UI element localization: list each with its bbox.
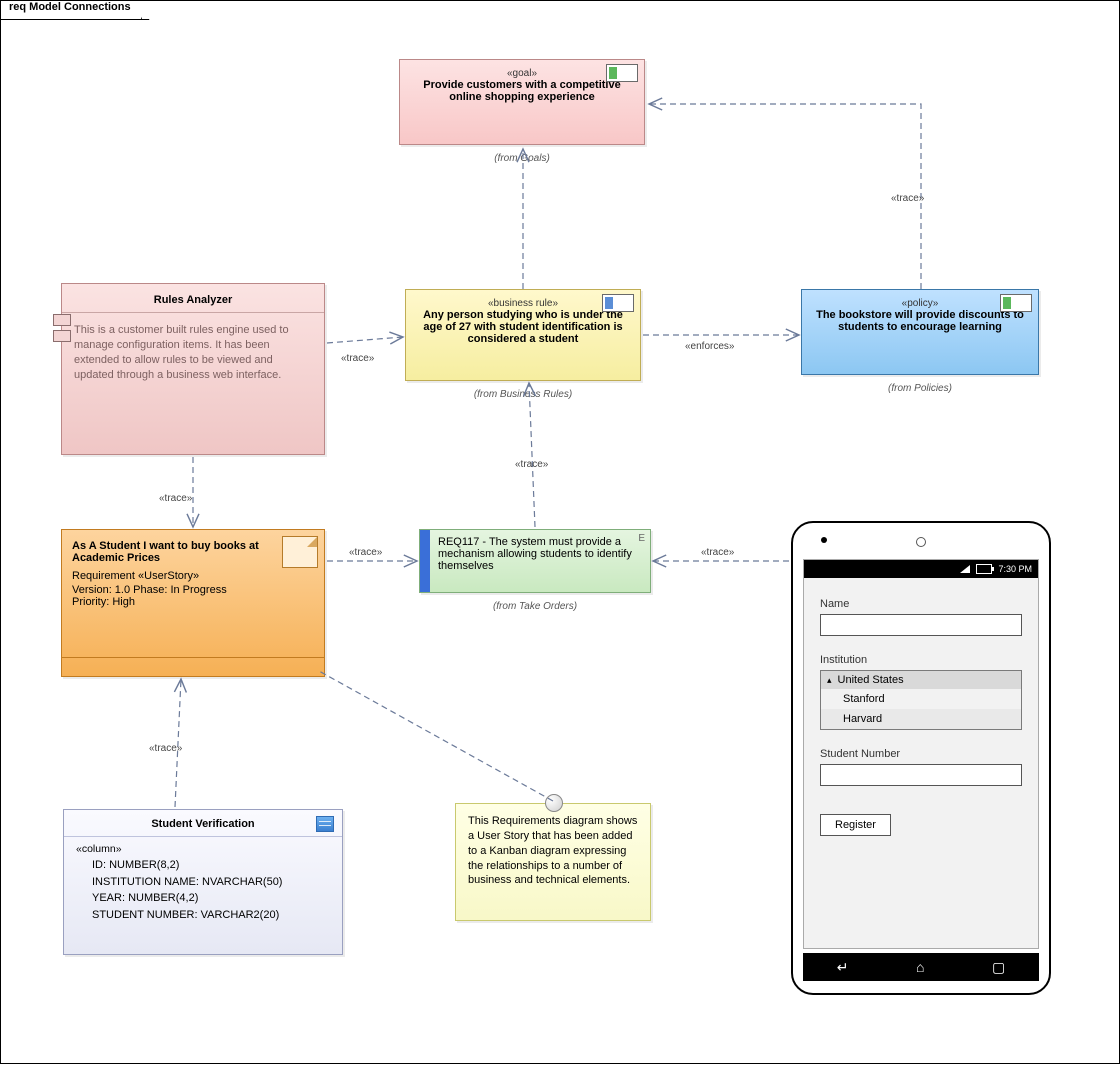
rule-icon (602, 294, 634, 312)
component-port-icon (53, 314, 71, 346)
policy-from: (from Policies) (801, 383, 1039, 394)
institution-item-1[interactable]: Harvard (821, 709, 1021, 729)
component-desc: This is a customer built rules engine us… (62, 313, 324, 392)
component-title: Rules Analyzer (62, 284, 324, 313)
nav-home-icon[interactable]: ⌂ (916, 959, 924, 975)
userstory-note-icon (282, 536, 318, 568)
label-student-number: Student Number (820, 748, 1022, 760)
phone-camera-icon (821, 537, 827, 543)
table-icon (316, 816, 334, 832)
battery-icon (976, 564, 992, 574)
phone-time: 7:30 PM (998, 564, 1032, 574)
goal-icon (606, 64, 638, 82)
svg-text:«trace»: «trace» (341, 353, 375, 364)
note-text: This Requirements diagram shows a User S… (468, 815, 637, 886)
phone-screen: 7:30 PM Name Institution United States S… (803, 559, 1039, 949)
register-button[interactable]: Register (820, 814, 891, 836)
policy-icon (1000, 294, 1032, 312)
element-marker-icon: E (638, 533, 645, 544)
svg-text:«trace»: «trace» (891, 193, 925, 204)
table-col-3: STUDENT NUMBER: VARCHAR2(20) (92, 907, 332, 924)
userstory-priority: Priority: High (62, 596, 324, 608)
student-verification-table[interactable]: Student Verification «column» ID: NUMBER… (63, 809, 343, 955)
req-from: (from Take Orders) (419, 601, 651, 612)
userstory-node[interactable]: As A Student I want to buy books at Acad… (61, 529, 325, 677)
goal-from: (from Goals) (399, 153, 645, 164)
goal-stereotype: «goal» (414, 68, 630, 79)
institution-list[interactable]: United States Stanford Harvard (820, 670, 1022, 730)
policy-stereotype: «policy» (816, 298, 1024, 309)
svg-text:«trace»: «trace» (515, 459, 549, 470)
businessrule-node[interactable]: «business rule» Any person studying who … (405, 289, 641, 381)
phone-statusbar: 7:30 PM (804, 560, 1038, 578)
nav-recent-icon[interactable]: ▢ (992, 959, 1005, 976)
input-name[interactable] (820, 614, 1022, 636)
userstory-type: Requirement «UserStory» (62, 568, 324, 584)
table-col-0: ID: NUMBER(8,2) (92, 857, 332, 874)
phone-navbar: ↵ ⌂ ▢ (803, 953, 1039, 981)
table-col-1: INSTITUTION NAME: NVARCHAR(50) (92, 874, 332, 891)
table-section: «column» (64, 837, 342, 855)
input-student-number[interactable] (820, 764, 1022, 786)
diagram-note[interactable]: This Requirements diagram shows a User S… (455, 803, 651, 921)
goal-title: Provide customers with a competitive onl… (414, 79, 630, 103)
institution-item-0[interactable]: Stanford (821, 689, 1021, 709)
phone-speaker-icon (916, 537, 926, 547)
goal-node[interactable]: «goal» Provide customers with a competit… (399, 59, 645, 145)
table-title: Student Verification (64, 810, 342, 837)
diagram-frame: req Model Connections «goal» Provide cus… (0, 0, 1120, 1064)
rule-stereotype: «business rule» (420, 298, 626, 309)
req-title: REQ117 - The system must provide a mecha… (438, 536, 640, 572)
frame-title: req Model Connections (1, 1, 142, 20)
note-pin-icon (545, 794, 563, 812)
rule-title: Any person studying who is under the age… (420, 309, 626, 345)
rule-from: (from Business Rules) (405, 389, 641, 400)
policy-title: The bookstore will provide discounts to … (816, 309, 1024, 333)
phone-mockup[interactable]: 7:30 PM Name Institution United States S… (791, 521, 1051, 995)
label-name: Name (820, 598, 1022, 610)
req117-node[interactable]: E REQ117 - The system must provide a mec… (419, 529, 651, 593)
svg-text:«trace»: «trace» (349, 547, 383, 558)
rules-analyzer-component[interactable]: Rules Analyzer This is a customer built … (61, 283, 325, 455)
table-col-2: YEAR: NUMBER(4,2) (92, 890, 332, 907)
institution-list-header[interactable]: United States (821, 671, 1021, 689)
nav-back-icon[interactable]: ↵ (837, 959, 849, 976)
signal-icon (960, 565, 970, 573)
svg-text:«trace»: «trace» (159, 493, 193, 504)
svg-text:«trace»: «trace» (701, 547, 735, 558)
svg-text:«trace»: «trace» (149, 743, 183, 754)
userstory-meta: Version: 1.0 Phase: In Progress (62, 584, 324, 596)
svg-text:«enforces»: «enforces» (685, 341, 735, 352)
frame-title-text: req Model Connections (9, 1, 131, 13)
policy-node[interactable]: «policy» The bookstore will provide disc… (801, 289, 1039, 375)
req-kanban-bar (420, 530, 430, 592)
label-institution: Institution (820, 654, 1022, 666)
